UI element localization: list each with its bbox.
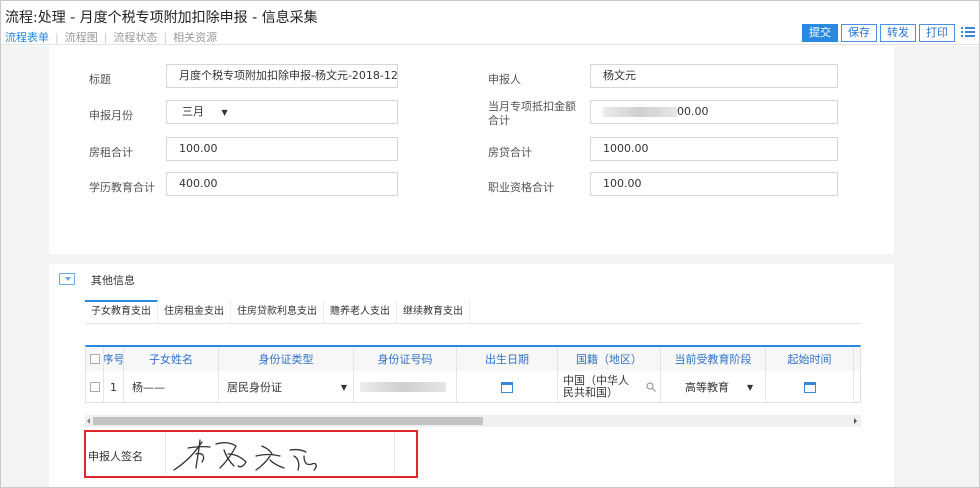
tab-bar: 子女教育支出 住房租金支出 住房贷款利息支出 赡养老人支出 继续教育支出 xyxy=(85,300,470,324)
content-area: 标题 月度个税专项附加扣除申报-杨文元-2018-12-28 申报人 杨文元 申… xyxy=(1,46,979,487)
month-label: 申报月份 xyxy=(89,109,133,122)
qualification-label: 职业资格合计 xyxy=(488,181,554,194)
action-bar: 提交 保存 转发 打印 xyxy=(802,24,955,42)
header-id-number: 身份证号码 xyxy=(354,347,457,371)
row-nationality-value: 中国（中华人民共和国） xyxy=(563,374,629,399)
dropdown-arrow-icon: ▼ xyxy=(221,108,228,117)
redacted-amount xyxy=(603,107,677,117)
subnav-divider: | xyxy=(55,31,59,44)
month-value: 三月 xyxy=(182,105,204,118)
signature-highlight: 申报人签名 xyxy=(84,430,418,478)
tab-loan-interest[interactable]: 住房贷款利息支出 xyxy=(231,300,324,324)
qualification-field[interactable]: 100.00 xyxy=(590,172,838,196)
section-title: 其他信息 xyxy=(91,274,135,287)
loan-field[interactable]: 1000.00 xyxy=(590,137,838,161)
deduction-label: 当月专项抵扣金额合计 xyxy=(488,100,576,127)
deduction-field[interactable]: 00.00 xyxy=(590,100,838,124)
tab-divider xyxy=(85,323,861,324)
handwritten-signature xyxy=(173,439,317,471)
other-info-panel: 其他信息 子女教育支出 住房租金支出 住房贷款利息支出 赡养老人支出 继续教育支… xyxy=(49,264,894,487)
select-all-checkbox[interactable] xyxy=(86,347,104,371)
scrollbar-thumb[interactable] xyxy=(93,417,483,425)
scroll-right-icon[interactable] xyxy=(854,418,857,424)
subnav-form[interactable]: 流程表单 xyxy=(5,29,49,45)
basic-info-panel: 标题 月度个税专项附加扣除申报-杨文元-2018-12-28 申报人 杨文元 申… xyxy=(49,46,894,254)
rent-field[interactable]: 100.00 xyxy=(166,137,398,161)
subnav: 流程表单 | 流程图 | 流程状态 | 相关资源 xyxy=(5,29,217,45)
scroll-left-icon[interactable] xyxy=(87,418,90,424)
title-label: 标题 xyxy=(89,73,111,86)
dropdown-arrow-icon: ▼ xyxy=(340,382,347,392)
row-id-number[interactable] xyxy=(354,371,457,402)
signature-label: 申报人签名 xyxy=(88,450,143,463)
subnav-flowchart[interactable]: 流程图 xyxy=(65,29,98,45)
month-select[interactable]: 三月 ▼ xyxy=(166,100,398,124)
signature-pad[interactable] xyxy=(165,432,395,474)
education-label: 学历教育合计 xyxy=(89,181,155,194)
row-edu-stage: 高等教育 xyxy=(685,381,729,394)
search-icon[interactable] xyxy=(646,382,656,392)
dropdown-arrow-icon: ▼ xyxy=(747,382,754,392)
table-row: 1 杨—— 居民身份证 ▼ 中国（中华人民共和国） 高等教育 ▼ xyxy=(86,371,860,402)
save-button[interactable]: 保存 xyxy=(841,24,877,42)
children-table: 序号 子女姓名 身份证类型 身份证号码 出生日期 国籍（地区） 当前受教育阶段 … xyxy=(85,345,861,403)
calendar-icon xyxy=(501,381,513,393)
forward-button[interactable]: 转发 xyxy=(880,24,916,42)
row-birth-date[interactable] xyxy=(457,371,558,402)
reporter-field[interactable]: 杨文元 xyxy=(590,64,838,88)
subnav-resources[interactable]: 相关资源 xyxy=(173,29,217,45)
header-start-time: 起始时间 xyxy=(766,347,854,371)
header-child-name: 子女姓名 xyxy=(124,347,219,371)
redacted-id-number xyxy=(360,382,446,392)
horizontal-scrollbar[interactable] xyxy=(85,415,861,427)
print-button[interactable]: 打印 xyxy=(919,24,955,42)
tab-child-education[interactable]: 子女教育支出 xyxy=(85,300,158,324)
row-id-type-select[interactable]: 居民身份证 ▼ xyxy=(219,371,354,402)
row-edu-stage-select[interactable]: 高等教育 ▼ xyxy=(661,371,766,402)
tab-housing-rent[interactable]: 住房租金支出 xyxy=(158,300,231,324)
tab-elderly-support[interactable]: 赡养老人支出 xyxy=(324,300,397,324)
table-header: 序号 子女姓名 身份证类型 身份证号码 出生日期 国籍（地区） 当前受教育阶段 … xyxy=(86,347,860,371)
loan-label: 房贷合计 xyxy=(488,146,532,159)
row-checkbox[interactable] xyxy=(86,371,104,402)
subnav-status[interactable]: 流程状态 xyxy=(113,29,157,45)
header: 流程:处理 - 月度个税专项附加扣除申报 - 信息采集 流程表单 | 流程图 | 流程状… xyxy=(1,1,979,45)
row-id-type: 居民身份证 xyxy=(227,381,282,394)
collapse-icon[interactable] xyxy=(59,273,75,285)
education-field[interactable]: 400.00 xyxy=(166,172,398,196)
tab-continuing-education[interactable]: 继续教育支出 xyxy=(397,300,470,324)
header-index: 序号 xyxy=(104,347,124,371)
header-edu-stage: 当前受教育阶段 xyxy=(661,347,766,371)
reporter-label: 申报人 xyxy=(488,73,521,86)
row-index: 1 xyxy=(104,371,124,402)
header-birth-date: 出生日期 xyxy=(457,347,558,371)
rent-label: 房租合计 xyxy=(89,146,133,159)
submit-button[interactable]: 提交 xyxy=(802,24,838,42)
header-id-type: 身份证类型 xyxy=(219,347,354,371)
subnav-divider: | xyxy=(103,31,108,44)
calendar-icon xyxy=(803,381,816,393)
header-nationality: 国籍（地区） xyxy=(558,347,661,371)
menu-icon[interactable] xyxy=(961,25,975,39)
page-title: 流程:处理 - 月度个税专项附加扣除申报 - 信息采集 xyxy=(5,10,318,26)
subnav-divider: | xyxy=(163,31,168,44)
row-nationality[interactable]: 中国（中华人民共和国） xyxy=(558,371,661,402)
row-start-time[interactable] xyxy=(766,371,854,402)
checkbox-icon xyxy=(89,354,100,364)
deduction-value: 00.00 xyxy=(677,105,709,118)
title-field[interactable]: 月度个税专项附加扣除申报-杨文元-2018-12-28 xyxy=(166,64,398,88)
row-child-name[interactable]: 杨—— xyxy=(124,371,219,402)
checkbox-icon xyxy=(89,382,100,392)
